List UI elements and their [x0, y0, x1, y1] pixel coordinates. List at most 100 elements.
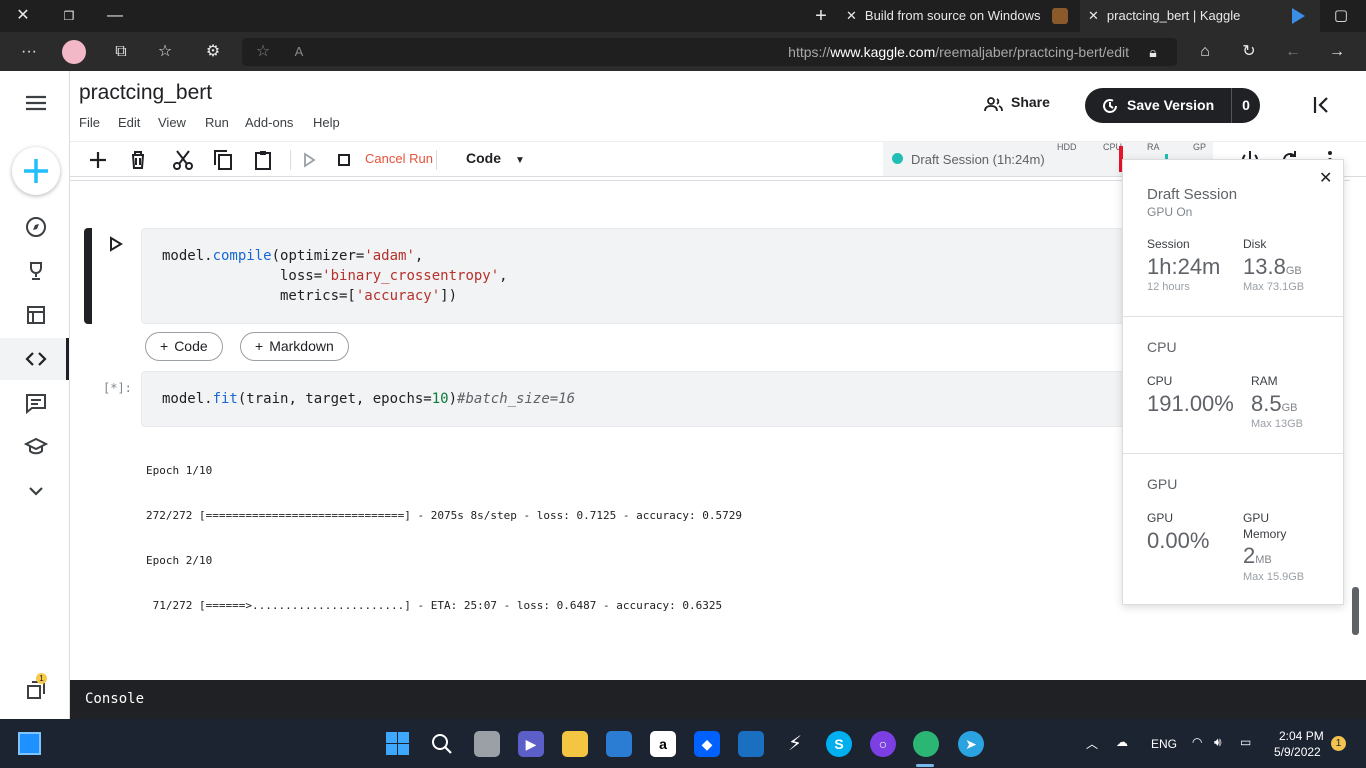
url-bar[interactable]: ☆ A https://www.kaggle.com/reemaljaber/p…: [242, 38, 1177, 66]
courses-icon[interactable]: [22, 433, 50, 461]
menu-file[interactable]: File: [79, 115, 100, 130]
amazon-icon[interactable]: a: [650, 731, 676, 757]
back-icon[interactable]: ←: [1278, 36, 1308, 68]
more-icon[interactable]: ···: [14, 36, 44, 68]
visual-studio-icon[interactable]: ⚡: [782, 731, 808, 757]
tab-actions-icon[interactable]: ▢: [1326, 0, 1356, 32]
favorites-icon[interactable]: ☆: [150, 36, 180, 68]
task-view-icon[interactable]: [474, 731, 500, 757]
menu-edit[interactable]: Edit: [118, 115, 140, 130]
read-aloud-icon[interactable]: A: [284, 36, 314, 68]
teams-chat-icon[interactable]: ▶: [518, 731, 544, 757]
microsoft-store-icon[interactable]: [606, 731, 632, 757]
volume-icon[interactable]: 🔊︎: [1214, 735, 1222, 750]
run-cell-play-icon[interactable]: [108, 236, 124, 252]
media-play-icon[interactable]: [1292, 8, 1305, 24]
cpu-meter-label: CPU: [1103, 142, 1123, 152]
battery-icon[interactable]: ▭: [1240, 735, 1251, 749]
lock-icon[interactable]: 🔒︎: [1138, 36, 1168, 68]
menu-run[interactable]: Run: [205, 115, 229, 130]
output-line: Epoch 2/10: [146, 554, 213, 567]
plus-icon: +: [160, 338, 169, 354]
save-version-count[interactable]: 0: [1231, 88, 1260, 123]
discussion-icon[interactable]: [22, 389, 50, 417]
compass-icon[interactable]: [22, 213, 50, 241]
menu-help[interactable]: Help: [313, 115, 340, 130]
code-nav-active[interactable]: [0, 338, 70, 380]
notification-badge[interactable]: 1: [1331, 736, 1346, 751]
notebook-scrollbar[interactable]: [1352, 587, 1359, 635]
add-favorite-icon[interactable]: ☆: [248, 36, 278, 68]
code-cell-compile[interactable]: model.compile(optimizer='adam', loss='bi…: [141, 228, 1201, 324]
cell-type-select[interactable]: Code ▼: [466, 150, 525, 166]
home-icon[interactable]: ⌂: [1190, 36, 1220, 68]
tab-close-icon[interactable]: ✕: [846, 8, 857, 23]
widgets-icon[interactable]: [18, 732, 41, 755]
menu-addons[interactable]: Add-ons: [245, 115, 293, 130]
minimize-window-icon[interactable]: —: [100, 0, 130, 32]
run-cell-icon[interactable]: [295, 146, 323, 174]
share-button[interactable]: Share: [1011, 94, 1050, 110]
code-line: loss='binary_crossentropy',: [162, 266, 508, 286]
add-code-cell-button[interactable]: + Code: [145, 332, 223, 361]
gpu-meter-label: GP: [1193, 142, 1207, 152]
close-window-icon[interactable]: ✕: [8, 0, 38, 32]
code-token: model.: [162, 248, 213, 264]
collapse-panel-icon[interactable]: [1310, 94, 1332, 116]
menu-view[interactable]: View: [158, 115, 186, 130]
network-status-icon[interactable]: ☁: [1116, 735, 1128, 749]
forward-icon[interactable]: →: [1322, 36, 1352, 68]
save-version-button[interactable]: Save Version 0: [1085, 88, 1260, 123]
skype-icon[interactable]: S: [826, 731, 852, 757]
paste-icon[interactable]: [249, 146, 277, 174]
close-icon[interactable]: ✕: [1319, 168, 1332, 188]
code-token: metrics=[: [162, 288, 356, 304]
gpu-label: GPU: [1147, 511, 1174, 525]
copy-icon[interactable]: [209, 146, 237, 174]
telegram-icon[interactable]: ➤: [958, 731, 984, 757]
profile-avatar[interactable]: [62, 40, 86, 64]
search-icon[interactable]: [430, 732, 454, 756]
hamburger-menu-icon[interactable]: [22, 89, 50, 117]
cortana-icon[interactable]: ○: [870, 731, 896, 757]
chevron-down-icon[interactable]: [22, 477, 50, 505]
collections-icon[interactable]: ⧉: [106, 36, 136, 68]
cut-icon[interactable]: [169, 146, 197, 174]
new-tab-icon[interactable]: +: [806, 0, 836, 32]
clock-time[interactable]: 2:04 PM: [1279, 729, 1324, 743]
dropbox-icon[interactable]: ◆: [694, 731, 720, 757]
add-markdown-cell-button[interactable]: + Markdown: [240, 332, 349, 361]
edge-browser-icon[interactable]: [913, 731, 939, 757]
restore-window-icon[interactable]: ❐: [54, 0, 84, 32]
code-cell-fit[interactable]: model.fit(train, target, epochs=10)#batc…: [141, 371, 1201, 427]
add-cell-icon[interactable]: [84, 146, 112, 174]
cancel-run-button[interactable]: Cancel Run: [365, 151, 433, 166]
gpu-memory-sub: Max 15.9GB: [1243, 571, 1305, 583]
clock-date[interactable]: 5/9/2022: [1274, 745, 1321, 759]
url-text[interactable]: https://www.kaggle.com/reemaljaber/pract…: [788, 38, 1129, 66]
tab-kaggle[interactable]: ✕ practcing_bert | Kaggle: [1080, 0, 1320, 32]
photos-icon[interactable]: [738, 731, 764, 757]
stop-icon[interactable]: [330, 146, 358, 174]
wifi-icon[interactable]: ◠: [1192, 735, 1202, 749]
console-bar[interactable]: Console: [70, 680, 1366, 719]
tensorflow-tab-icon[interactable]: [1052, 8, 1068, 24]
refresh-icon[interactable]: ↻: [1234, 36, 1264, 68]
code-line: model.fit(train, target, epochs=10)#batc…: [162, 389, 575, 409]
url-domain: www.kaggle.com: [830, 44, 936, 60]
tab-build-from-source[interactable]: ✕ Build from source on Windows: [846, 0, 1042, 32]
notebook-title[interactable]: practcing_bert: [79, 81, 212, 105]
chevron-up-icon[interactable]: ︿: [1086, 735, 1098, 752]
language-indicator[interactable]: ENG: [1151, 737, 1177, 751]
datasets-icon[interactable]: [22, 301, 50, 329]
extensions-icon[interactable]: ⚙: [198, 36, 228, 68]
code-icon: [22, 345, 50, 373]
tab-close-icon[interactable]: ✕: [1088, 8, 1099, 23]
cell-output: Epoch 1/10 272/272 [====================…: [146, 433, 742, 643]
create-button[interactable]: [12, 147, 60, 195]
windows-start-icon[interactable]: [386, 732, 409, 755]
session-status-text: Draft Session (1h:24m): [911, 152, 1045, 167]
file-explorer-icon[interactable]: [562, 731, 588, 757]
delete-icon[interactable]: [124, 146, 152, 174]
trophy-icon[interactable]: [22, 257, 50, 285]
